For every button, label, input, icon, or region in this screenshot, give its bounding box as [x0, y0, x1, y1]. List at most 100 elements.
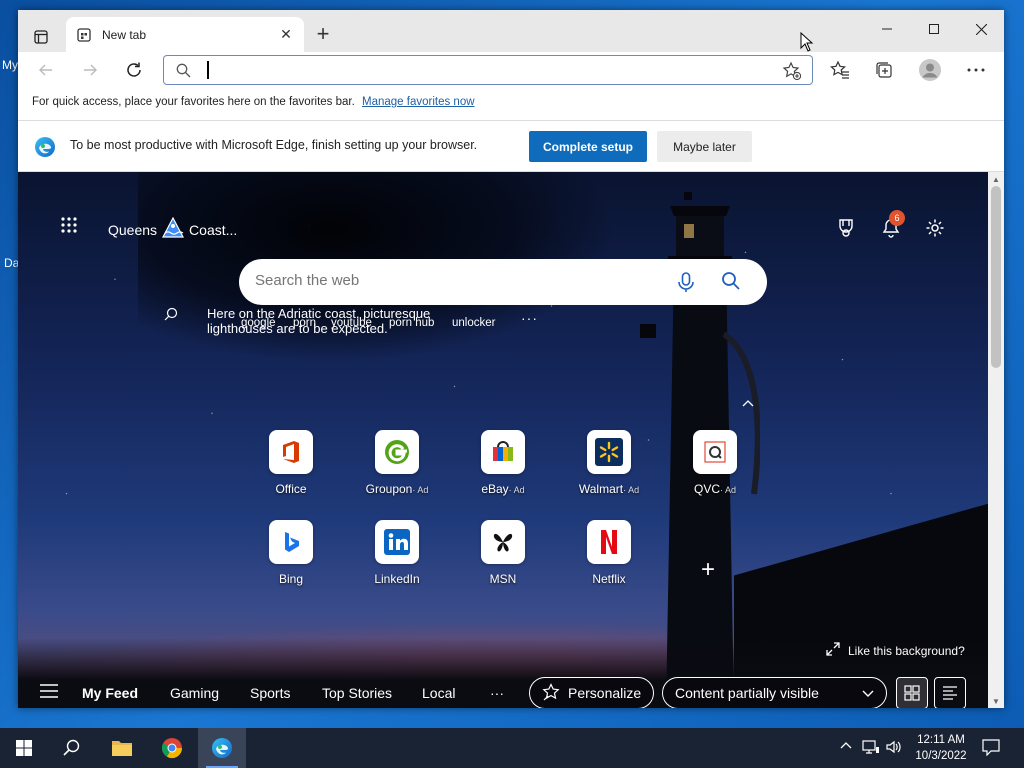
- quick-link-tile[interactable]: QVC· Ad: [670, 430, 760, 510]
- personalize-star-icon: [542, 682, 560, 704]
- grid-view-button[interactable]: [896, 677, 928, 708]
- back-button[interactable]: [32, 56, 60, 84]
- notifications-bell-icon[interactable]: 6: [879, 210, 905, 240]
- favorites-icon[interactable]: [826, 56, 854, 84]
- expand-arrows-icon: [826, 642, 840, 659]
- personalize-button[interactable]: Personalize: [529, 677, 655, 708]
- tray-overflow-chevron-icon[interactable]: [840, 740, 852, 752]
- close-window-button[interactable]: [958, 14, 1004, 44]
- quick-link-tile[interactable]: Groupon· Ad: [352, 430, 442, 510]
- start-button[interactable]: [0, 728, 48, 768]
- profile-avatar[interactable]: [916, 56, 944, 84]
- action-center-icon[interactable]: [982, 738, 1000, 759]
- tile-label: Walmart· Ad: [578, 482, 640, 496]
- web-search-box[interactable]: [239, 259, 767, 305]
- office-icon: [269, 430, 313, 474]
- page-scrollbar[interactable]: ▲ ▼: [988, 172, 1004, 708]
- scroll-up-arrow-icon[interactable]: ▲: [992, 175, 1000, 184]
- collapse-chevron-icon[interactable]: [742, 396, 754, 410]
- tile-label: Bing: [278, 572, 304, 586]
- maybe-later-button[interactable]: Maybe later: [657, 131, 752, 162]
- netflix-icon: [587, 520, 631, 564]
- taskbar: 12:11 AM 10/3/2022: [0, 728, 1024, 768]
- location-weather[interactable]: Queens Coast...: [108, 216, 238, 242]
- personalize-label: Personalize: [568, 685, 642, 701]
- search-submit-icon[interactable]: [721, 271, 741, 294]
- background-info-caption[interactable]: Here on the Adriatic coast, picturesque …: [207, 306, 457, 336]
- system-clock[interactable]: 12:11 AM 10/3/2022: [906, 732, 976, 764]
- close-tab-icon[interactable]: ✕: [278, 26, 294, 43]
- manage-favorites-link[interactable]: Manage favorites now: [362, 96, 475, 108]
- feed-tab-local[interactable]: Local: [422, 685, 455, 701]
- address-input[interactable]: [204, 60, 764, 80]
- trending-search-link[interactable]: unlocker: [452, 317, 495, 329]
- quick-link-tile[interactable]: Netflix: [564, 520, 654, 600]
- chrome-button[interactable]: [148, 728, 196, 768]
- web-search-input[interactable]: [255, 272, 655, 289]
- ebay-bag-icon: [481, 430, 525, 474]
- text-caret: [207, 61, 209, 79]
- complete-setup-button[interactable]: Complete setup: [529, 131, 647, 162]
- page-settings-gear-icon[interactable]: [923, 216, 947, 240]
- quick-link-tile[interactable]: LinkedIn: [352, 520, 442, 600]
- scrollbar-thumb[interactable]: [991, 186, 1001, 368]
- quick-link-tile[interactable]: Office: [246, 430, 336, 510]
- clock-date: 10/3/2022: [915, 750, 967, 762]
- tile-label: Office: [275, 482, 307, 496]
- hamburger-menu-icon[interactable]: [40, 684, 58, 698]
- msn-butterfly-icon: [481, 520, 525, 564]
- feed-tab-sports[interactable]: Sports: [250, 685, 290, 701]
- weather-label: Coast...: [189, 221, 238, 238]
- trending-more-button[interactable]: ···: [521, 310, 538, 326]
- clock-time: 12:11 AM: [917, 734, 965, 746]
- new-tab-page: Queens Coast... 6 goog: [18, 172, 988, 708]
- tile-label: LinkedIn: [374, 572, 420, 586]
- minimize-button[interactable]: [864, 14, 910, 44]
- forward-button[interactable]: [76, 56, 104, 84]
- rewards-icon[interactable]: [834, 216, 858, 240]
- newtab-page-icon: [76, 27, 92, 43]
- feed-tab-top-stories[interactable]: Top Stories: [322, 685, 392, 701]
- feed-navigation-bar: My Feed Gaming Sports Top Stories Local …: [18, 672, 988, 708]
- edge-taskbar-button[interactable]: [198, 728, 246, 768]
- tab-title: New tab: [102, 27, 147, 42]
- chevron-down-icon: [862, 685, 874, 701]
- tab-actions-icon[interactable]: [28, 24, 54, 50]
- desktop-icon-label[interactable]: My: [2, 58, 18, 72]
- grid-view-icon: [904, 685, 920, 701]
- edge-icon: [212, 738, 232, 758]
- list-view-button[interactable]: [934, 677, 966, 708]
- chrome-icon: [161, 738, 183, 759]
- network-icon[interactable]: [862, 739, 880, 758]
- tile-label: Netflix: [592, 572, 626, 586]
- quick-link-tile[interactable]: Walmart· Ad: [564, 430, 654, 510]
- settings-more-icon[interactable]: [962, 56, 990, 84]
- scroll-down-arrow-icon[interactable]: ▼: [992, 697, 1000, 706]
- add-quick-link-plus-icon[interactable]: +: [701, 556, 715, 584]
- taskbar-search-button[interactable]: [48, 728, 96, 768]
- quick-link-tile[interactable]: eBay· Ad: [458, 430, 548, 510]
- feed-more-button[interactable]: ···: [490, 685, 504, 701]
- content-visibility-dropdown[interactable]: Content partially visible: [662, 677, 887, 708]
- like-background-button[interactable]: Like this background?: [826, 642, 965, 659]
- apps-grid-icon[interactable]: [60, 216, 80, 236]
- feed-tab-gaming[interactable]: Gaming: [170, 685, 219, 701]
- feed-tab-my-feed[interactable]: My Feed: [82, 685, 138, 701]
- browser-window: New tab ✕ + For quick access, place your…: [18, 10, 1004, 708]
- maximize-button[interactable]: [911, 14, 957, 44]
- new-tab-button[interactable]: +: [312, 23, 334, 46]
- microphone-icon[interactable]: [676, 271, 696, 296]
- add-favorite-icon[interactable]: [782, 61, 802, 84]
- file-explorer-button[interactable]: [98, 728, 146, 768]
- refresh-button[interactable]: [120, 56, 148, 84]
- quick-link-tile[interactable]: MSN: [458, 520, 548, 600]
- navigation-toolbar: [18, 52, 1004, 88]
- tab-new-tab[interactable]: New tab ✕: [66, 17, 304, 52]
- address-bar[interactable]: [163, 55, 813, 85]
- walmart-icon: [587, 430, 631, 474]
- volume-icon[interactable]: [886, 739, 902, 758]
- quick-link-tile[interactable]: Bing: [246, 520, 336, 600]
- weather-coast-icon: [161, 216, 185, 242]
- windows-logo-icon: [16, 740, 32, 756]
- collections-icon[interactable]: [870, 56, 898, 84]
